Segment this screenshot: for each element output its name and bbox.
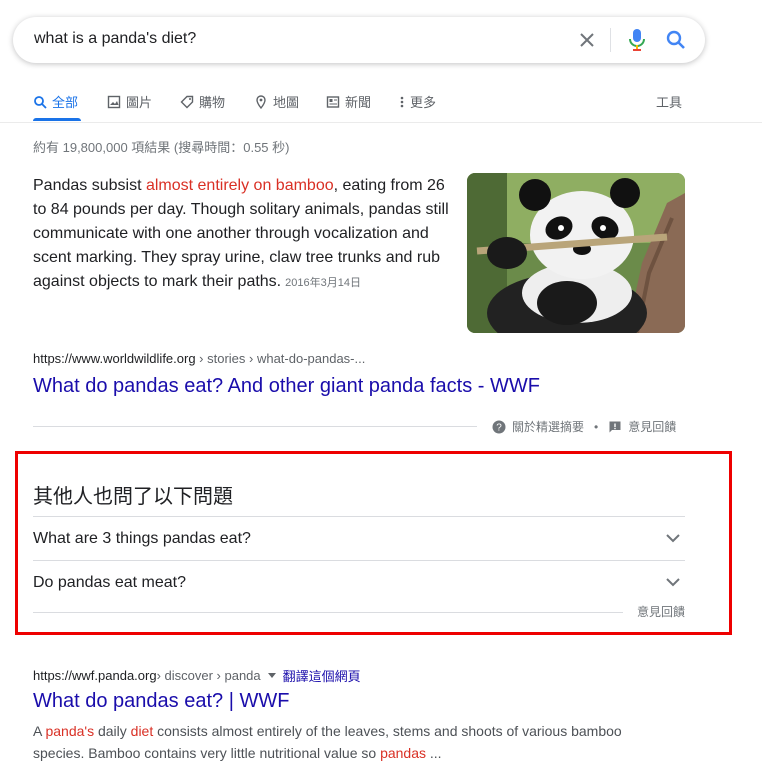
tab-label: 地圖 <box>273 95 300 110</box>
svg-text:?: ? <box>496 422 502 433</box>
help-circle-icon[interactable]: ? <box>492 420 506 434</box>
more-vert-icon <box>400 96 404 107</box>
tab-label: 全部 <box>52 95 79 110</box>
close-icon[interactable] <box>575 28 599 52</box>
url-path: › stories › what-do-pandas-... <box>195 351 366 366</box>
snippet-text: Pandas subsist <box>33 177 146 194</box>
microphone-icon[interactable] <box>625 27 649 53</box>
separator-dot: • <box>594 419 599 434</box>
result-description: A panda's daily diet consists almost ent… <box>33 720 673 764</box>
tab-label: 圖片 <box>126 95 153 110</box>
tab-more[interactable]: 更多 <box>399 92 436 111</box>
caret-down-icon[interactable] <box>265 671 279 681</box>
search-box[interactable]: what is a panda's diet? <box>13 17 705 63</box>
snippet-highlight: almost entirely on bamboo <box>145 177 334 194</box>
tab-label: 新聞 <box>345 95 372 110</box>
search-input[interactable]: what is a panda's diet? <box>34 30 196 48</box>
chevron-down-icon[interactable] <box>664 529 682 547</box>
tag-icon <box>180 95 194 108</box>
desc-text: ... <box>426 745 442 761</box>
image-icon <box>107 95 121 108</box>
tab-label: 更多 <box>410 95 437 110</box>
snippet-date: 2016年3月14日 <box>285 277 361 289</box>
snippet-footer: ? 關於精選摘要 • 意見回饋 <box>492 418 676 435</box>
url-path: › discover › panda <box>156 668 261 683</box>
paa-question[interactable]: Do pandas eat meat? <box>33 574 186 592</box>
tools-button[interactable]: 工具 <box>656 92 682 111</box>
search-icon[interactable] <box>664 28 688 52</box>
tabs-divider <box>0 122 762 123</box>
tab-shopping[interactable]: 購物 <box>180 92 225 111</box>
desc-text: daily <box>94 723 131 739</box>
desc-highlight: pandas <box>380 745 427 761</box>
paa-feedback-link[interactable]: 意見回饋 <box>637 603 685 620</box>
desc-highlight: diet <box>130 723 154 739</box>
tab-news[interactable]: 新聞 <box>326 92 371 111</box>
featured-snippet-text: Pandas subsist almost entirely on bamboo… <box>33 174 449 295</box>
result-title-link[interactable]: What do pandas eat? | WWF <box>33 690 289 713</box>
result-url[interactable]: https://wwf.panda.org › discover › panda… <box>33 666 361 685</box>
url-domain: https://www.worldwildlife.org <box>33 351 196 366</box>
desc-highlight: panda's <box>45 723 95 739</box>
tab-all[interactable]: 全部 <box>33 92 78 111</box>
newspaper-icon <box>326 95 340 108</box>
translate-link[interactable]: 翻譯這個網頁 <box>283 666 361 685</box>
result-url[interactable]: https://www.worldwildlife.org › stories … <box>33 351 365 366</box>
url-domain: https://wwf.panda.org <box>33 668 157 683</box>
paa-question[interactable]: What are 3 things pandas eat? <box>33 530 251 548</box>
active-tab-indicator <box>33 118 81 121</box>
chevron-down-icon[interactable] <box>664 573 682 591</box>
result-stats: 約有 19,800,000 項結果 (搜尋時間：0.55 秒) <box>33 140 290 155</box>
search-icon <box>34 95 47 109</box>
feedback-link[interactable]: 意見回饋 <box>628 418 676 435</box>
tab-label: 購物 <box>199 95 226 110</box>
paa-divider <box>33 612 623 613</box>
panda-image[interactable] <box>467 173 685 333</box>
tab-maps[interactable]: 地圖 <box>254 92 299 111</box>
tab-images[interactable]: 圖片 <box>107 92 152 111</box>
search-divider <box>610 28 611 52</box>
desc-text: A <box>33 723 46 739</box>
feedback-icon[interactable] <box>608 420 622 434</box>
paa-divider <box>33 560 685 561</box>
result-title-link[interactable]: What do pandas eat? And other giant pand… <box>33 375 540 398</box>
paa-divider <box>33 516 685 517</box>
snippet-divider <box>33 426 477 427</box>
about-snippet-link[interactable]: 關於精選摘要 <box>512 418 584 435</box>
people-also-ask-title: 其他人也問了以下問題 <box>33 486 233 508</box>
map-pin-icon <box>256 94 266 109</box>
